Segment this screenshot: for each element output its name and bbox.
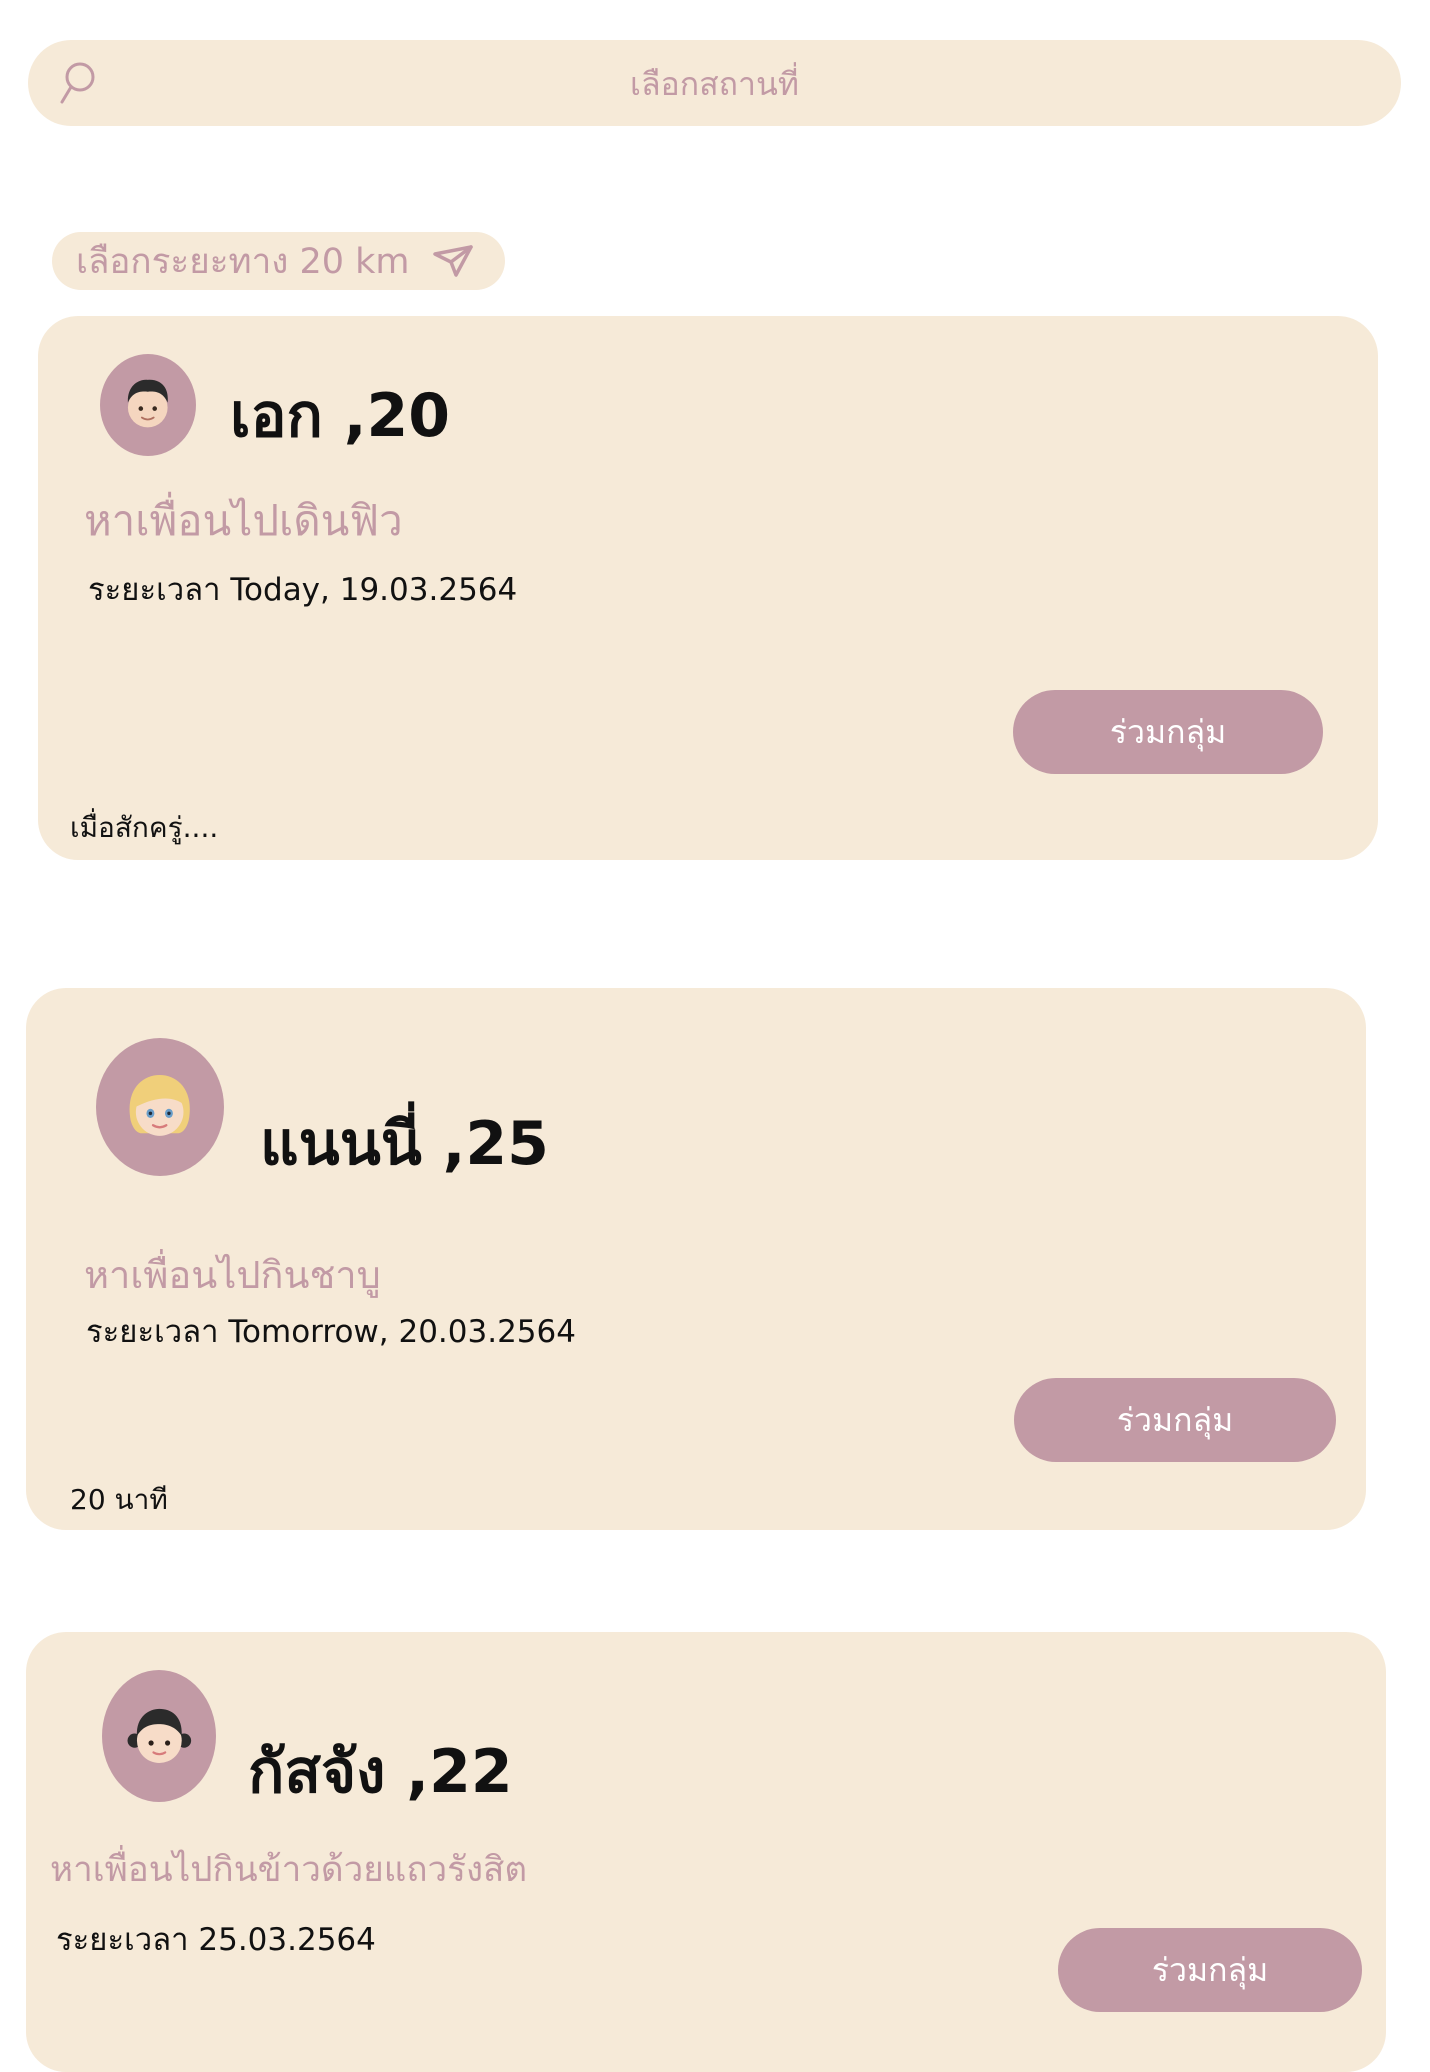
post-schedule: ระยะเวลา 25.03.2564 xyxy=(56,1922,376,1958)
avatar xyxy=(102,1670,216,1802)
post-card: เอก ,20 หาเพื่อนไปเดินฟิว ระยะเวลา Today… xyxy=(38,316,1378,860)
boy-face-icon xyxy=(128,380,169,428)
post-time-ago: เมื่อสักครู่.... xyxy=(70,811,219,844)
join-group-button[interactable]: ร่วมกลุ่ม xyxy=(1014,1378,1336,1462)
send-icon xyxy=(432,245,473,277)
post-activity: หาเพื่อนไปกินข้าวด้วยแถวรังสิต xyxy=(50,1850,528,1890)
search-icon xyxy=(60,62,95,104)
search-bar[interactable] xyxy=(28,40,1401,128)
join-group-button[interactable]: ร่วมกลุ่ม xyxy=(1058,1928,1362,2012)
avatar xyxy=(100,354,196,456)
girl-face-icon xyxy=(127,1708,191,1764)
distance-selector[interactable]: เลือกระยะทาง 20 km xyxy=(52,232,505,290)
post-card: แนนนี่ ,25 หาเพื่อนไปกินชาบู ระยะเวลา To… xyxy=(26,988,1366,1530)
join-group-button[interactable]: ร่วมกลุ่ม xyxy=(1013,690,1323,774)
post-activity: หาเพื่อนไปกินชาบู xyxy=(84,1253,381,1297)
distance-label: เลือกระยะทาง 20 km xyxy=(76,241,410,282)
post-schedule: ระยะเวลา Today, 19.03.2564 xyxy=(88,572,518,608)
post-activity: หาเพื่อนไปเดินฟิว xyxy=(84,496,403,545)
post-author-name: แนนนี่ ,25 xyxy=(260,1109,549,1179)
post-author-name: กัสจัง ,22 xyxy=(248,1737,513,1807)
post-author-name: เอก ,20 xyxy=(230,381,451,451)
post-schedule: ระยะเวลา Tomorrow, 20.03.2564 xyxy=(86,1314,576,1350)
post-card: กัสจัง ,22 หาเพื่อนไปกินข้าวด้วยแถวรังสิ… xyxy=(26,1632,1386,2072)
avatar xyxy=(96,1038,224,1176)
search-input[interactable] xyxy=(128,40,1301,128)
post-time-ago: 20 นาที xyxy=(70,1483,168,1516)
blonde-girl-face-icon xyxy=(129,1075,191,1137)
